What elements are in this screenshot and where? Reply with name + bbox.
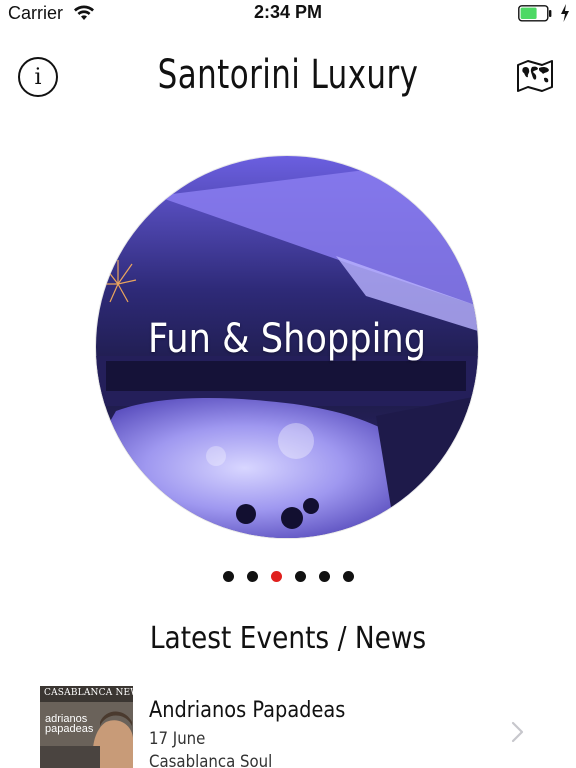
event-date: 17 June <box>149 729 206 749</box>
hero-category-card[interactable]: Fun & Shopping <box>96 156 478 538</box>
event-venue: Casablanca Soul <box>149 752 273 768</box>
charging-bolt-icon <box>561 4 569 22</box>
page-title: Santorini Luxury <box>157 52 419 98</box>
event-title: Andrianos Papadeas <box>149 698 346 723</box>
thumbnail-caption: adrianos papadeas <box>45 713 94 735</box>
hero-category-label: Fun & Shopping <box>147 316 427 362</box>
page-dot-active[interactable] <box>270 571 282 582</box>
list-item[interactable]: CASABLANCA NEWS adrianos papadeas Andria… <box>0 684 576 768</box>
navigation-bar: i Santorini Luxury <box>0 40 576 120</box>
page-indicator <box>0 571 576 585</box>
page-dot[interactable] <box>222 571 234 582</box>
clock-label: 2:34 PM <box>253 2 323 22</box>
app-screen: Carrier 2:34 PM i Santorini Luxury Fun &… <box>0 0 576 768</box>
thumbnail-brand: CASABLANCA NEWS <box>44 688 133 698</box>
battery-icon <box>518 5 552 22</box>
status-bar: Carrier 2:34 PM <box>0 0 576 28</box>
page-dot[interactable] <box>246 571 258 582</box>
world-map-icon[interactable] <box>516 58 554 94</box>
section-title: Latest Events / News <box>149 621 427 656</box>
event-thumbnail: CASABLANCA NEWS adrianos papadeas <box>40 686 133 768</box>
page-dot[interactable] <box>294 571 306 582</box>
page-dot[interactable] <box>342 571 354 582</box>
chevron-right-icon <box>511 721 524 743</box>
page-dot[interactable] <box>318 571 330 582</box>
